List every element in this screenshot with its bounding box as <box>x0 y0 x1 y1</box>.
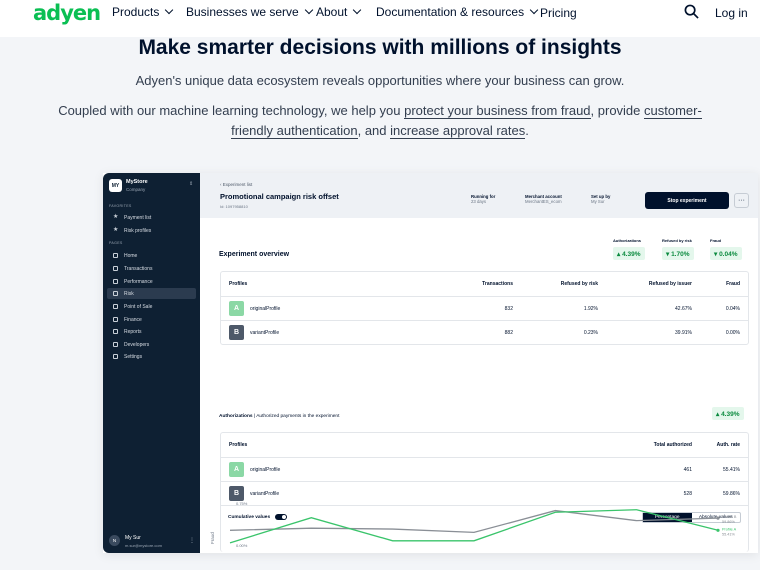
page-header: ‹ Experiment list Promotional campaign r… <box>200 173 758 218</box>
series-value-label: 59.86% <box>722 520 736 524</box>
sidebar-item-risk[interactable]: Risk <box>107 288 196 299</box>
authorizations-chart: Fraud 0.75% 0.00% Profile B59.86% Profile … <box>210 501 737 548</box>
sidebar: MY MyStore Company ⇕ FAVORITES ★ Payment … <box>103 173 200 553</box>
shield-icon <box>113 291 118 296</box>
series-end-point <box>716 516 720 520</box>
sidebar-item-label: Finance <box>124 316 142 323</box>
nav-documentation[interactable]: Documentation & resources <box>376 5 539 19</box>
page-title: Promotional campaign risk offset <box>220 192 339 201</box>
chevron-down-icon <box>304 5 313 15</box>
nav-businesses[interactable]: Businesses we serve <box>186 5 313 19</box>
nav-products[interactable]: Products <box>112 5 174 19</box>
store-logo: MY <box>109 179 122 192</box>
adyen-logo[interactable]: adyen <box>33 1 101 25</box>
app-screenshot: MY MyStore Company ⇕ FAVORITES ★ Payment … <box>103 173 758 553</box>
store-name[interactable]: MyStore <box>126 179 148 185</box>
protect-business-link[interactable]: protect your business from fraud <box>404 103 591 119</box>
sidebar-item-label: Risk <box>124 290 134 297</box>
hero-text: . <box>525 123 529 138</box>
chevron-down-icon <box>529 5 539 15</box>
sidebar-item-payment-list[interactable]: ★ Payment list <box>107 212 196 223</box>
sidebar-item-reports[interactable]: Reports <box>107 326 196 337</box>
y-tick-label: 0.75% <box>236 501 248 506</box>
meta-running: Running for 23 days <box>471 194 495 204</box>
sidebar-item-home[interactable]: Home <box>107 250 196 261</box>
hero-subtitle: Adyen's unique data ecosystem reveals op… <box>135 73 625 88</box>
top-navigation: adyen Products Businesses we serve About… <box>0 0 760 37</box>
series-line <box>229 509 719 534</box>
chevron-down-icon <box>353 5 362 15</box>
avatar[interactable]: N <box>109 535 120 546</box>
experiment-id: Id: 1097958810 <box>220 204 248 209</box>
section-favorites: FAVORITES <box>109 204 132 208</box>
series-line <box>229 509 719 544</box>
sidebar-item-finance[interactable]: Finance <box>107 314 196 325</box>
series-name-label: Profile A <box>722 527 737 531</box>
meta-value: My Sur <box>591 199 605 204</box>
y-axis-label: Fraud <box>210 532 215 544</box>
more-vertical-icon[interactable]: ⋮ <box>189 537 195 544</box>
nav-label: About <box>316 5 348 19</box>
finance-icon <box>113 317 118 322</box>
gear-icon <box>113 354 118 359</box>
sidebar-item-developers[interactable]: Developers <box>107 339 196 350</box>
y-tick-label: 0.00% <box>236 543 248 548</box>
approval-rates-link[interactable]: increase approval rates <box>390 123 526 139</box>
user-name: My Sur <box>125 535 141 541</box>
meta-value: MerchantES_ecom <box>525 199 562 204</box>
sidebar-item-label: Reports <box>124 328 142 335</box>
main-content: Experiment overview Authorizations ▴ 4.3… <box>200 218 758 553</box>
terminal-icon <box>113 304 118 309</box>
nav-label: Businesses we serve <box>186 5 299 19</box>
meta-value: 23 days <box>471 199 487 204</box>
sidebar-item-label: Point of Sale <box>124 303 153 310</box>
sidebar-item-label: Risk profiles <box>124 227 152 234</box>
sidebar-item-risk-profiles[interactable]: ★ Risk profiles <box>107 225 196 236</box>
sidebar-item-settings[interactable]: Settings <box>107 351 196 362</box>
star-icon: ★ <box>113 214 119 220</box>
more-options-button[interactable]: ··· <box>734 193 749 208</box>
hero-text: , and <box>357 123 391 138</box>
chevron-down-icon <box>165 5 174 15</box>
nav-label: Products <box>112 5 160 19</box>
store-switch-icon[interactable]: ⇕ <box>189 181 193 187</box>
nav-label: Documentation & resources <box>376 5 525 19</box>
user-email: m.sur@mystore.com <box>125 543 162 548</box>
section-pages: PAGES <box>109 241 123 245</box>
code-icon <box>113 342 118 347</box>
home-icon <box>113 253 118 258</box>
transactions-icon <box>113 266 118 271</box>
nav-about[interactable]: About <box>316 5 362 19</box>
hero-title: Make smarter decisions with millions of … <box>138 36 622 59</box>
breadcrumb[interactable]: ‹ Experiment list <box>220 182 252 187</box>
series-value-label: 55.41% <box>722 532 736 536</box>
nav-pricing[interactable]: Pricing <box>540 6 577 20</box>
sidebar-item-performance[interactable]: Performance <box>107 276 196 287</box>
series-name-label: Profile B <box>722 515 737 519</box>
hero-text: Coupled with our machine learning techno… <box>58 103 405 118</box>
sidebar-item-label: Developers <box>124 341 150 348</box>
sidebar-item-label: Payment list <box>124 214 152 221</box>
login-link[interactable]: Log in <box>715 6 748 20</box>
hero-text: , provide <box>590 103 645 118</box>
sidebar-item-label: Home <box>124 252 138 259</box>
reports-icon <box>113 329 118 334</box>
sidebar-item-point-of-sale[interactable]: Point of Sale <box>107 301 196 312</box>
meta-merchant: Merchant account MerchantES_ecom <box>525 194 562 204</box>
search-icon[interactable] <box>684 4 699 19</box>
sidebar-item-label: Settings <box>124 353 143 360</box>
sidebar-item-label: Transactions <box>124 265 153 272</box>
hero-paragraph: Coupled with our machine learning techno… <box>0 101 760 141</box>
store-type: Company <box>126 187 146 192</box>
performance-icon <box>113 279 118 284</box>
series-end-point <box>716 528 720 532</box>
sidebar-item-label: Performance <box>124 278 153 285</box>
star-icon: ★ <box>113 227 119 233</box>
stop-experiment-button[interactable]: Stop experiment <box>645 192 729 209</box>
meta-setup: Set up by My Sur <box>591 194 610 204</box>
sidebar-item-transactions[interactable]: Transactions <box>107 263 196 274</box>
